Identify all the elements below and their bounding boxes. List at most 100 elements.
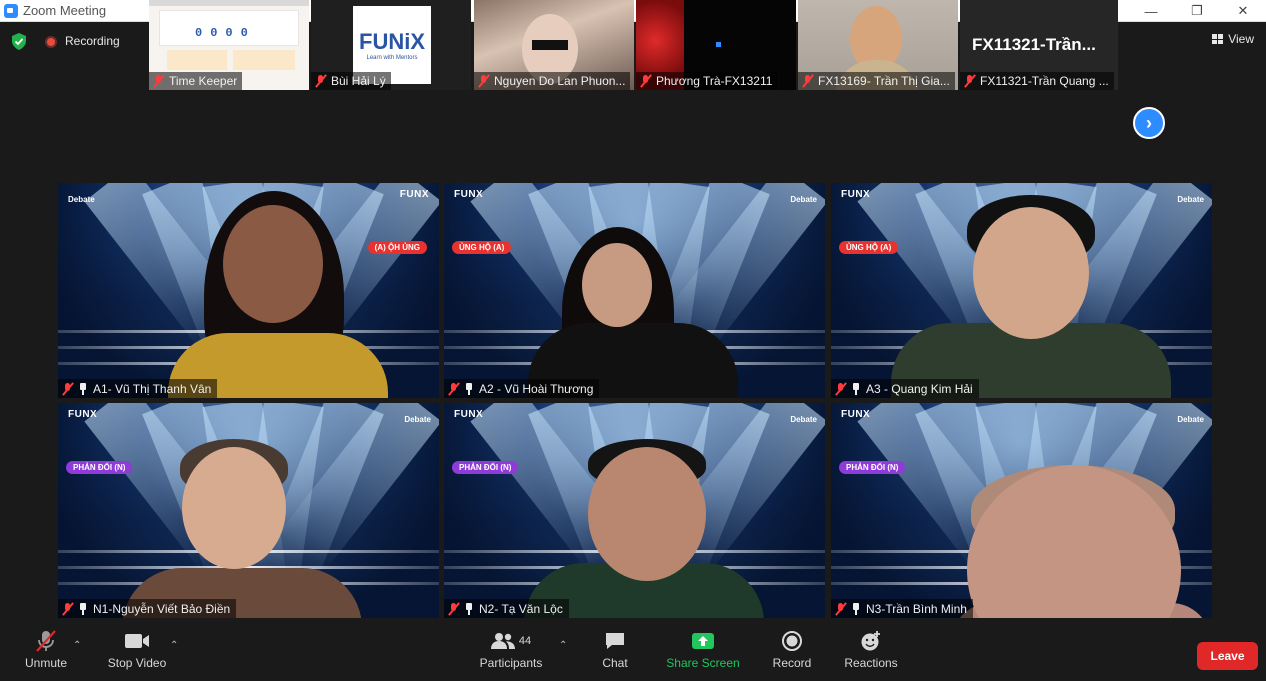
strip-thumb-nguyen-do-lan[interactable]: Nguyen Do Lan Phuon...: [474, 0, 634, 90]
share-screen-button[interactable]: Share Screen: [666, 626, 740, 681]
unmute-button[interactable]: Unmute: [18, 626, 74, 681]
thumb-label: FX13169- Trần Thị Gia...: [798, 72, 955, 90]
pin-icon[interactable]: [464, 382, 474, 395]
participant-name-display: FX11321-Trần...: [972, 35, 1096, 54]
funx-logo: FUNX: [841, 409, 871, 420]
debate-logo: Debate: [1177, 415, 1204, 424]
muted-mic-icon: [801, 74, 815, 88]
chat-button[interactable]: Chat: [596, 626, 634, 681]
stop-video-button[interactable]: Stop Video: [104, 626, 170, 681]
grid-view-icon: [1212, 34, 1224, 44]
muted-mic-icon: [639, 74, 653, 88]
thumb-label: Time Keeper: [149, 72, 243, 90]
timer-counter: 0000: [195, 26, 248, 40]
participant-label: A1- Vũ Thị Thanh Vân: [58, 379, 218, 398]
pin-icon[interactable]: [851, 602, 861, 615]
strip-thumb-phuong-tra[interactable]: Phương Trà-FX13211: [636, 0, 796, 90]
debate-logo: Debate: [790, 195, 817, 204]
team-badge: PHẢN ĐỐI (N): [66, 461, 133, 474]
strip-thumb-time-keeper[interactable]: 0000 Time Keeper: [149, 0, 309, 90]
minimize-button[interactable]: —: [1128, 0, 1174, 22]
next-page-button[interactable]: ›: [1133, 107, 1165, 139]
thumb-label: FX11321-Trần Quang ...: [960, 72, 1114, 90]
close-button[interactable]: ✕: [1220, 0, 1266, 22]
participant-label: N3-Trần Bình Minh: [831, 599, 973, 618]
muted-mic-icon: [447, 602, 461, 616]
funx-logo: FUNX: [454, 409, 484, 420]
muted-mic-icon: [834, 602, 848, 616]
strip-thumb-bui-hai-ly[interactable]: FUNiX Learn with Mentors Bùi Hải Lý: [311, 0, 471, 90]
video-tile[interactable]: FUNX Debate ỦNG HỘ (A) A2 - Vũ Hoài Thươ…: [444, 183, 825, 398]
muted-mic-icon: [314, 74, 328, 88]
participant-label: N1-Nguyễn Viết Bảo Điền: [58, 599, 237, 618]
pin-icon[interactable]: [78, 602, 88, 615]
muted-mic-icon: [477, 74, 491, 88]
strip-thumb-fx13169[interactable]: FX13169- Trần Thị Gia...: [798, 0, 958, 90]
chat-bubble-icon: [606, 633, 624, 649]
participant-name: N1-Nguyễn Viết Bảo Điền: [93, 601, 231, 616]
funx-logo: FUNX: [68, 409, 98, 420]
view-button[interactable]: View: [1212, 32, 1254, 46]
participant-name: N2- Tạ Văn Lộc: [479, 601, 563, 616]
reactions-button[interactable]: Reactions: [842, 626, 900, 681]
pin-icon[interactable]: [78, 382, 88, 395]
muted-mic-icon: [834, 382, 848, 396]
video-tile[interactable]: FUNX Debate (A) ỘH ỦNG A1- Vũ Thị Thanh …: [58, 183, 439, 398]
debate-logo: Debate: [1177, 195, 1204, 204]
video-tile[interactable]: FUNX Debate PHẢN ĐỐI (N) N3-Trần Bình Mi…: [831, 403, 1212, 618]
participants-icon: [490, 633, 515, 649]
view-label: View: [1228, 32, 1254, 46]
share-screen-icon: [692, 633, 714, 649]
debate-logo: Debate: [790, 415, 817, 424]
window-title: Zoom Meeting: [23, 3, 107, 18]
muted-mic-icon: [963, 74, 977, 88]
thumb-label: Phương Trà-FX13211: [636, 72, 778, 90]
reactions-smiley-icon: [861, 631, 880, 651]
chevron-right-icon: ›: [1146, 112, 1152, 133]
funix-logo-text: FUNiX: [359, 29, 425, 54]
recording-dot-icon: [45, 36, 57, 48]
funx-logo: FUNX: [841, 189, 871, 200]
pin-icon[interactable]: [851, 382, 861, 395]
participant-label: N2- Tạ Văn Lộc: [444, 599, 569, 618]
leave-button[interactable]: Leave: [1197, 642, 1258, 670]
debate-logo: Debate: [68, 195, 95, 204]
participant-name: A2 - Vũ Hoài Thương: [479, 381, 594, 396]
recording-label[interactable]: Recording: [65, 34, 120, 48]
muted-mic-icon: [447, 382, 461, 396]
participant-label: A2 - Vũ Hoài Thương: [444, 379, 600, 398]
participants-options-caret-icon[interactable]: ⌃: [559, 640, 567, 651]
record-icon: [782, 631, 802, 651]
team-badge: PHẢN ĐỐI (N): [839, 461, 906, 474]
muted-mic-icon: [61, 602, 75, 616]
participant-name: A3 - Quang Kim Hải: [866, 381, 973, 396]
thumb-label: Bùi Hải Lý: [311, 72, 391, 90]
funx-logo: FUNX: [399, 189, 429, 200]
mic-muted-icon: [36, 630, 56, 652]
record-button[interactable]: Record: [770, 626, 814, 681]
participants-button[interactable]: 44 Participants: [476, 626, 546, 681]
video-options-caret-icon[interactable]: ⌃: [170, 640, 178, 651]
video-camera-icon: [125, 634, 149, 648]
video-tile[interactable]: FUNX Debate PHẢN ĐỐI (N) N2- Tạ Văn Lộc: [444, 403, 825, 618]
participant-name: N3-Trần Bình Minh: [866, 601, 967, 616]
pin-icon[interactable]: [464, 602, 474, 615]
restore-button[interactable]: ❐: [1174, 0, 1220, 22]
participants-count: 44: [518, 635, 532, 647]
strip-thumb-fx11321[interactable]: FX11321-Trần... FX11321-Trần Quang ...: [960, 0, 1118, 90]
meeting-toolbar: Unmute ⌃ Stop Video ⌃ 44 Participants ⌃: [0, 626, 1266, 681]
video-tile[interactable]: FUNX Debate PHẢN ĐỐI (N) N1-Nguyễn Viết …: [58, 403, 439, 618]
encryption-shield-icon[interactable]: [11, 33, 27, 50]
video-tile[interactable]: FUNX Debate ỦNG HỘ (A) A3 - Quang Kim Hả…: [831, 183, 1212, 398]
thumb-label: Nguyen Do Lan Phuon...: [474, 72, 631, 90]
team-badge: (A) ỘH ỦNG: [367, 241, 427, 254]
participant-name: A1- Vũ Thị Thanh Vân: [93, 381, 212, 396]
funx-logo: FUNX: [454, 189, 484, 200]
zoom-app-icon: [4, 3, 18, 18]
muted-mic-icon: [61, 382, 75, 396]
funix-logo-sub: Learn with Mentors: [366, 55, 418, 61]
team-badge: ỦNG HỘ (A): [452, 241, 512, 254]
muted-mic-icon: [152, 74, 166, 88]
participant-label: A3 - Quang Kim Hải: [831, 379, 979, 398]
audio-options-caret-icon[interactable]: ⌃: [73, 640, 81, 651]
